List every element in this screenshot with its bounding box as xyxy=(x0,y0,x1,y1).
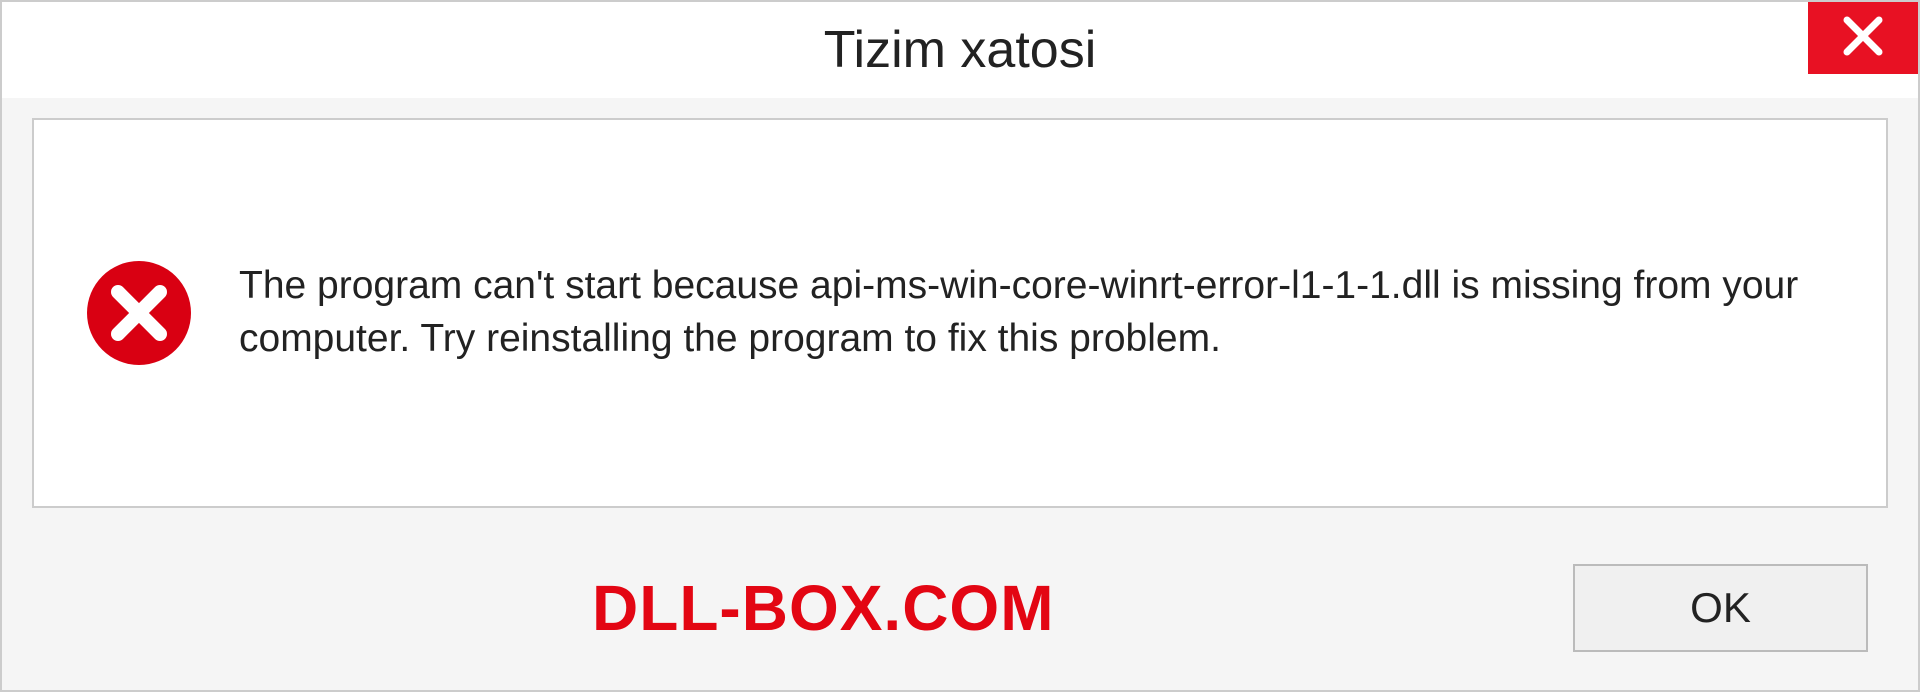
close-button[interactable] xyxy=(1808,2,1918,74)
content-panel: The program can't start because api-ms-w… xyxy=(32,118,1888,508)
dialog-title: Tizim xatosi xyxy=(824,20,1097,80)
dialog-window: Tizim xatosi The program can't start bec… xyxy=(0,0,1920,692)
ok-button[interactable]: OK xyxy=(1573,564,1868,652)
watermark-text: DLL-BOX.COM xyxy=(592,571,1055,645)
titlebar: Tizim xatosi xyxy=(2,2,1918,98)
close-icon xyxy=(1841,14,1885,63)
ok-button-label: OK xyxy=(1690,584,1751,632)
error-message: The program can't start because api-ms-w… xyxy=(239,260,1836,365)
error-icon xyxy=(84,258,194,368)
footer: DLL-BOX.COM OK xyxy=(2,525,1918,690)
